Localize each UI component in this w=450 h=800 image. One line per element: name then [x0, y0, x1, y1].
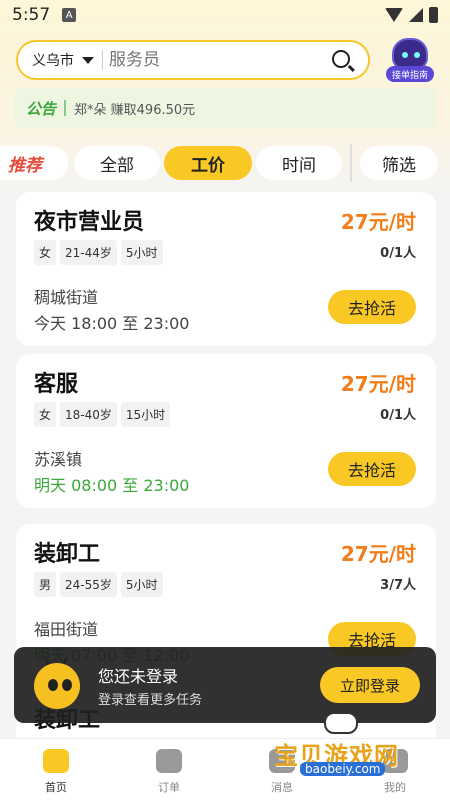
order-guide-button[interactable]: 接单指南: [384, 38, 436, 86]
nav-messages-label: 消息: [271, 781, 293, 794]
job-location: 苏溪镇: [34, 450, 83, 469]
home-icon: [43, 749, 69, 773]
job-location: 福田街道: [34, 620, 99, 639]
announcement-tag: 公告: [26, 99, 57, 118]
notification-a-icon: A: [62, 8, 77, 22]
city-selector[interactable]: 义乌市: [32, 50, 74, 70]
announcement-bar[interactable]: 公告 郑*朵 赚取496.50元: [14, 88, 436, 128]
job-tags: 男 24-55岁 5小时: [34, 572, 163, 597]
job-tag-hours: 15小时: [120, 402, 171, 427]
job-tag-age: 21-44岁: [60, 240, 117, 265]
status-icons: [385, 7, 438, 23]
job-headcount: 0/1人: [380, 246, 416, 261]
tab-recommend[interactable]: 推荐: [0, 146, 68, 180]
job-title: 夜市营业员: [34, 210, 145, 235]
tabs-divider: [350, 144, 352, 182]
login-prompt-subtitle: 登录查看更多任务: [98, 693, 203, 708]
status-time: 5:57: [12, 5, 51, 25]
watermark-url: baobeiy.com: [300, 762, 386, 776]
announcement-message: 郑*朵 赚取496.50元: [74, 102, 196, 118]
job-price: 27元/时: [340, 372, 416, 396]
job-title: 客服: [34, 372, 79, 397]
job-tag-hours: 5小时: [120, 240, 163, 265]
login-now-button[interactable]: 立即登录: [320, 667, 420, 703]
nav-home-label: 首页: [45, 781, 67, 794]
job-time: 明天 08:00 至 23:00: [34, 476, 190, 495]
nav-profile-label: 我的: [384, 781, 406, 794]
job-time: 今天 18:00 至 23:00: [34, 314, 190, 333]
status-bar: 5:57 A: [0, 0, 450, 30]
grab-job-button[interactable]: 去抢活: [328, 452, 416, 486]
job-tag-age: 18-40岁: [60, 402, 117, 427]
search-bar[interactable]: 义乌市: [16, 40, 370, 80]
job-tags: 女 21-44岁 5小时: [34, 240, 163, 265]
search-divider: [102, 50, 103, 70]
bee-eye-left: [48, 679, 58, 691]
signal-icon: [409, 8, 423, 22]
wifi-icon: [385, 8, 403, 22]
job-headcount: 0/1人: [380, 408, 416, 423]
job-tag-gender: 女: [34, 240, 57, 265]
nav-orders-label: 订单: [158, 781, 180, 794]
robot-eye-right: [414, 52, 420, 58]
job-card[interactable]: 客服 27元/时 女 18-40岁 15小时 0/1人 苏溪镇 明天 08:00…: [16, 354, 436, 508]
job-card[interactable]: 夜市营业员 27元/时 女 21-44岁 5小时 0/1人 稠城街道 今天 18…: [16, 192, 436, 346]
tab-wage[interactable]: 工价: [164, 146, 252, 180]
tab-all[interactable]: 全部: [74, 146, 160, 180]
job-title: 装卸工: [34, 542, 101, 567]
job-location: 稠城街道: [34, 288, 99, 307]
job-headcount: 3/7人: [380, 578, 416, 593]
job-tag-age: 24-55岁: [60, 572, 117, 597]
grab-job-button[interactable]: 去抢活: [328, 290, 416, 324]
robot-eye-left: [402, 52, 408, 58]
search-input[interactable]: [109, 50, 309, 70]
bee-eye-right: [62, 679, 72, 691]
tab-time[interactable]: 时间: [256, 146, 342, 180]
job-price: 27元/时: [340, 542, 416, 566]
order-guide-label: 接单指南: [386, 66, 434, 82]
job-tag-gender: 女: [34, 402, 57, 427]
job-tag-gender: 男: [34, 572, 57, 597]
gamepad-icon: [324, 712, 358, 734]
nav-orders[interactable]: 订单: [129, 745, 209, 795]
filter-tabs: 推荐 全部 工价 时间 筛选: [0, 142, 450, 184]
job-tags: 女 18-40岁 15小时: [34, 402, 171, 427]
job-price: 27元/时: [340, 210, 416, 234]
tab-filter[interactable]: 筛选: [360, 146, 438, 180]
bee-mascot-icon: [28, 656, 84, 713]
order-icon: [156, 749, 182, 773]
chevron-down-icon[interactable]: [82, 56, 94, 64]
announcement-divider: [64, 100, 67, 116]
search-icon[interactable]: [332, 50, 350, 68]
nav-home[interactable]: 首页: [16, 745, 96, 795]
site-watermark: 宝贝游戏网 baobeiy.com: [272, 712, 422, 780]
login-prompt-title: 您还未登录: [98, 667, 179, 686]
job-tag-hours: 5小时: [120, 572, 163, 597]
battery-icon: [429, 7, 438, 23]
